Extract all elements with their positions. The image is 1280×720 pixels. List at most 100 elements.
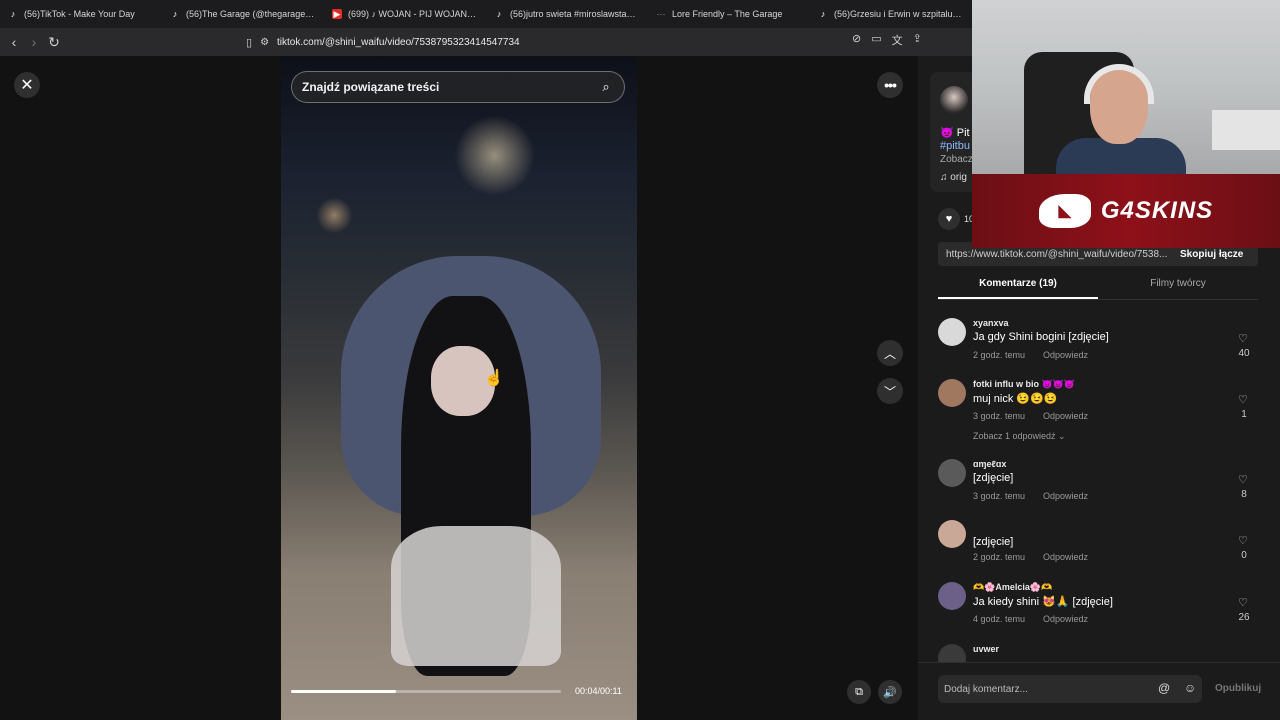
site-settings-icon[interactable]: ⚙ xyxy=(260,37,269,48)
comment-item: fotki influ w bio 👿👿👿 muj nick 😉😉😉 3 god… xyxy=(938,379,1258,442)
browser-tab[interactable]: ♪ (56)TikTok - Make Your Day xyxy=(0,0,162,28)
comment-heart-icon[interactable]: ♡ xyxy=(1238,332,1248,345)
hashtag-link[interactable]: #pitbu xyxy=(940,140,970,152)
pip-icon: ⧉ xyxy=(855,685,863,698)
previous-video-button[interactable]: ︿ xyxy=(877,340,903,366)
reply-button[interactable]: Odpowiedz xyxy=(1043,614,1088,624)
more-icon: ••• xyxy=(884,77,897,93)
search-icon[interactable]: ⌕ xyxy=(598,79,614,95)
comment-like-count: 0 xyxy=(1241,550,1247,561)
comment-item: ɑɱeℓɑx [zdjęcie] 3 godz. temu Odpowiedz … xyxy=(938,459,1258,519)
tiktok-icon: ♪ xyxy=(820,9,826,19)
browser-tab[interactable]: ♪ (56)jutro swieta #miroslawstabinski xyxy=(486,0,648,28)
avatar[interactable] xyxy=(938,582,966,610)
more-options-button[interactable]: ••• xyxy=(877,72,903,98)
comment-text: [zdjęcie] xyxy=(973,472,1014,484)
tab-comments[interactable]: Komentarze (19) xyxy=(938,278,1098,299)
tiktok-icon: ♪ xyxy=(10,9,16,19)
bookmark-icon[interactable]: ▯ xyxy=(246,36,252,49)
avatar[interactable] xyxy=(938,644,966,662)
comment-author[interactable]: 🫶🌸Amelcia🌸🫶 xyxy=(973,582,1052,593)
comment-heart-icon[interactable]: ♡ xyxy=(1238,534,1248,547)
comment-time: 2 godz. temu xyxy=(973,350,1026,360)
comment-author[interactable]: fotki influ w bio 👿👿👿 xyxy=(973,379,1075,390)
mention-icon[interactable]: @ xyxy=(1158,681,1170,695)
avatar[interactable] xyxy=(938,318,966,346)
video-progress-bar[interactable] xyxy=(291,690,561,693)
video-frame xyxy=(391,526,561,666)
reply-button[interactable]: Odpowiedz xyxy=(1043,491,1088,501)
comment-author[interactable]: ɑɱeℓɑx xyxy=(973,459,1006,469)
url-text[interactable]: tiktok.com/@shini_waifu/video/7538795323… xyxy=(277,37,520,48)
chevron-up-icon: ︿ xyxy=(883,346,896,361)
browser-toolbar: ⊘ ▭ 文 ⇪ xyxy=(852,32,922,48)
comment-like-count: 40 xyxy=(1238,348,1250,359)
comment-text: muj nick 😉😉😉 xyxy=(973,393,1058,405)
reply-button[interactable]: Odpowiedz xyxy=(1043,350,1088,360)
comment-text: Ja kiedy shini 😻🙏 [zdjęcie] xyxy=(973,596,1113,608)
tiktok-icon: ♪ xyxy=(496,9,502,19)
site-icon: ··· xyxy=(656,9,666,19)
video-area: ✕ Znajdź powiązane treści ⌕ ••• ︿ ﹀ ☝ 00… xyxy=(0,56,918,720)
comment-item: uvwer xyxy=(938,644,1258,662)
avatar[interactable] xyxy=(938,459,966,487)
tab-creator-videos[interactable]: Filmy twórcy xyxy=(1098,278,1258,299)
avatar[interactable] xyxy=(938,520,966,548)
sponsor-logo-icon: ◣ xyxy=(1038,194,1091,228)
volume-icon: 🔊 xyxy=(883,686,897,699)
sponsor-name: G4SKINS xyxy=(1100,197,1214,224)
pip-button[interactable]: ⧉ xyxy=(847,680,871,704)
next-video-button[interactable]: ﹀ xyxy=(877,378,903,404)
browser-tab[interactable]: ♪(56)Grzesiu i Erwin w szpitalu – co si xyxy=(810,0,972,28)
reply-button[interactable]: Odpowiedz xyxy=(1043,552,1088,562)
view-replies-button[interactable]: Zobacz 1 odpowiedź ⌄ xyxy=(973,431,1066,442)
webcam-overlay xyxy=(972,0,1280,174)
comment-time: 2 godz. temu xyxy=(973,552,1026,562)
comment-heart-icon[interactable]: ♡ xyxy=(1238,473,1248,486)
heart-icon: ♥ xyxy=(945,213,953,225)
video-description: 👿 Pit xyxy=(940,127,970,139)
browser-tab[interactable]: ▶(699) ♪ WOJAN - PIJ WOJANKA DO xyxy=(324,0,486,28)
video-player[interactable] xyxy=(281,56,637,720)
translate-icon[interactable]: 文 xyxy=(892,32,903,48)
copy-link-button[interactable]: Skopiuj łącze xyxy=(1170,249,1243,260)
emoji-icon[interactable]: ☺ xyxy=(1184,681,1196,695)
reply-button[interactable]: Odpowiedz xyxy=(1043,411,1088,421)
comment-like-count: 26 xyxy=(1238,612,1250,623)
volume-button[interactable]: 🔊 xyxy=(878,680,902,704)
cast-icon[interactable]: ▭ xyxy=(871,32,881,48)
avatar[interactable] xyxy=(940,86,968,114)
youtube-icon: ▶ xyxy=(332,8,342,19)
music-link[interactable]: ♫ orig xyxy=(940,172,967,183)
comment-time: 3 godz. temu xyxy=(973,491,1026,501)
progress-fill xyxy=(291,690,397,693)
comment-time: 3 godz. temu xyxy=(973,411,1026,421)
hand-cursor-icon: ☝ xyxy=(484,370,504,387)
related-search-input[interactable]: Znajdź powiązane treści ⌕ xyxy=(291,71,625,103)
avatar[interactable] xyxy=(938,379,966,407)
comment-author[interactable]: xyanxva xyxy=(973,318,1009,328)
publish-button[interactable]: Opublikuj xyxy=(1215,683,1261,694)
comment-author[interactable]: uvwer xyxy=(973,644,999,654)
comment-item: [zdjęcie] 2 godz. temu Odpowiedz ♡ 0 xyxy=(938,520,1258,580)
reload-icon[interactable]: ↻ xyxy=(44,32,64,52)
forward-icon[interactable]: › xyxy=(24,32,44,52)
close-icon: ✕ xyxy=(20,77,34,94)
comment-heart-icon[interactable]: ♡ xyxy=(1238,596,1248,609)
back-icon[interactable]: ‹ xyxy=(4,32,24,52)
browser-tab[interactable]: ··· Lore Friendly – The Garage xyxy=(648,0,810,28)
share-link[interactable]: https://www.tiktok.com/@shini_waifu/vide… xyxy=(938,249,1170,260)
video-time: 00:04/00:11 xyxy=(575,686,622,696)
comment-item: xyanxva Ja gdy Shini bogini [zdjęcie] 2 … xyxy=(938,318,1258,378)
webcam-background xyxy=(1212,110,1280,150)
comment-text: Ja gdy Shini bogini [zdjęcie] xyxy=(973,331,1109,343)
see-more-link[interactable]: Zobacz xyxy=(940,154,973,165)
share-icon[interactable]: ⇪ xyxy=(913,32,922,48)
comment-heart-icon[interactable]: ♡ xyxy=(1238,393,1248,406)
no-tracking-icon[interactable]: ⊘ xyxy=(852,32,861,48)
close-button[interactable]: ✕ xyxy=(14,72,40,98)
comment-like-count: 8 xyxy=(1241,489,1247,500)
like-button[interactable]: ♥ xyxy=(938,208,960,230)
chevron-down-icon: ﹀ xyxy=(883,384,896,399)
browser-tab[interactable]: ♪ (56)The Garage (@thegaragefivem) xyxy=(162,0,324,28)
